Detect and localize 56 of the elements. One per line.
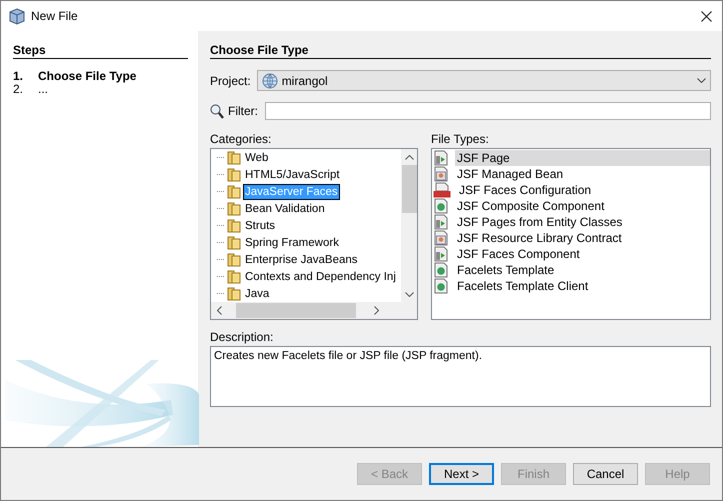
close-icon[interactable] [701,10,712,22]
scroll-up-icon [404,155,414,160]
file-type-item[interactable]: Facelets Template [455,262,710,278]
folder-icon [227,269,241,284]
scroll-left-icon [217,306,222,315]
search-icon [210,104,224,118]
folder-icon [227,201,241,216]
category-item[interactable]: Contexts and Dependency Inj [244,270,397,284]
folder-icon [227,286,241,301]
scroll-right-icon [374,306,379,315]
steps-heading: Steps [13,43,188,59]
file-type-item[interactable]: Facelets Template Client [455,278,710,294]
component-icon [433,262,449,278]
cube-icon [9,8,25,24]
project-label: Project: [210,74,251,88]
folder-icon [227,235,241,250]
scroll-down-icon [404,292,414,297]
config-file-icon [433,182,451,198]
description-text: Creates new Facelets file or JSP file (JSP fragment). [214,350,482,362]
horizontal-scrollbar[interactable] [211,302,417,319]
category-item[interactable]: Web [244,150,270,164]
wizard-button[interactable]: Next > [429,463,494,485]
folder-icon [227,252,241,267]
category-item[interactable]: Spring Framework [244,236,340,250]
category-item[interactable]: Struts [244,218,276,232]
file-types-label: File Types: [431,132,490,146]
panel-heading: Choose File Type [210,43,711,59]
vertical-scrollbar[interactable] [401,149,417,302]
chevron-down-icon [697,78,706,83]
file-type-item[interactable]: JSF Composite Component [455,198,710,214]
window-title: New File [31,9,79,23]
component-icon [433,198,449,214]
filter-field[interactable] [265,102,711,120]
folder-icon [227,184,241,199]
component-icon [433,278,449,294]
filter-label: Filter: [228,104,258,118]
category-item[interactable]: Bean Validation [244,202,326,216]
step-item: 2. ... [13,83,50,96]
category-item[interactable]: Enterprise JavaBeans [244,252,359,266]
categories-label: Categories: [210,132,272,146]
category-item[interactable]: HTML5/JavaScript [244,168,341,182]
file-type-item[interactable]: JSF Pages from Entity Classes [455,214,710,230]
file-type-item[interactable]: JSF Faces Component [455,246,710,262]
file-type-item[interactable]: JSF Faces Configuration [457,182,710,198]
folder-icon [227,167,241,182]
wizard-button[interactable]: Cancel [573,463,638,485]
file-type-item[interactable]: JSF Resource Library Contract [455,230,710,246]
folder-icon [227,150,241,165]
file-type-item[interactable]: JSF Managed Bean [455,166,710,182]
globe-icon [262,72,278,88]
project-dropdown[interactable]: mirangol [256,70,711,91]
file-type-item[interactable]: JSF Page [455,150,710,166]
folder-icon [227,218,241,233]
category-item[interactable]: Java [244,286,270,300]
step-item: 1. Choose File Type [13,70,138,83]
description-label: Description: [210,330,274,344]
